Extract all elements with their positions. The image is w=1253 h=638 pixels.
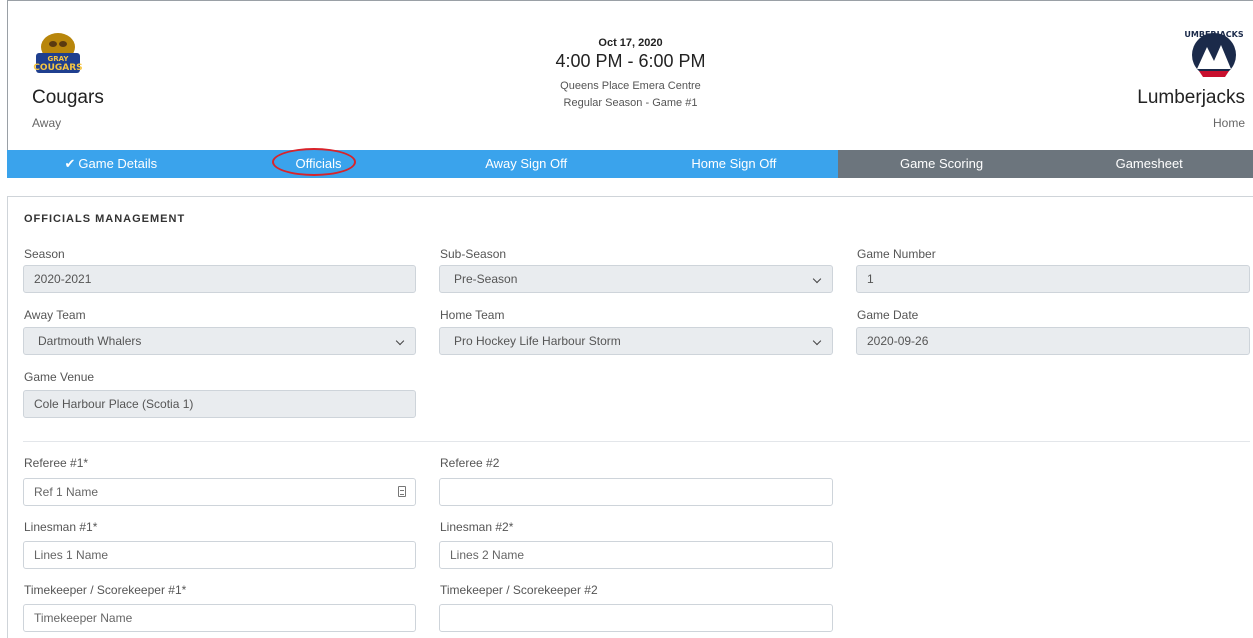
game-date: Oct 17, 2020 xyxy=(598,37,663,49)
tab-label: Gamesheet xyxy=(1115,156,1183,171)
officials-panel: OFFICIALS MANAGEMENT Season 2020-2021 Su… xyxy=(7,196,1253,638)
linesman2-placeholder: Lines 2 Name xyxy=(450,548,525,562)
home-team-label: Home Team xyxy=(440,308,505,322)
linesman2-label: Linesman #2* xyxy=(440,520,514,534)
tab-label: Home Sign Off xyxy=(691,156,777,171)
tab-game-scoring[interactable]: Game Scoring xyxy=(837,150,1046,178)
away-team-value: Dartmouth Whalers xyxy=(38,334,142,348)
season-field[interactable]: 2020-2021 xyxy=(23,265,416,293)
tab-game-details[interactable]: ✔ Game Details xyxy=(7,150,215,178)
game-info: Oct 17, 2020 4:00 PM - 6:00 PM Queens Pl… xyxy=(8,37,1253,109)
sub-season-select[interactable]: Pre-Season xyxy=(439,265,833,293)
away-team-select[interactable]: Dartmouth Whalers xyxy=(23,327,416,355)
tab-label: Officials xyxy=(295,156,342,171)
tab-gamesheet[interactable]: Gamesheet xyxy=(1045,150,1253,178)
referee1-placeholder: Ref 1 Name xyxy=(34,485,99,499)
check-icon: ✔ xyxy=(64,156,76,171)
timekeeper2-label: Timekeeper / Scorekeeper #2 xyxy=(440,583,598,597)
timekeeper1-input[interactable]: Timekeeper Name xyxy=(23,604,416,632)
timekeeper1-label: Timekeeper / Scorekeeper #1* xyxy=(24,583,187,597)
referee1-label: Referee #1* xyxy=(24,456,89,470)
contact-card-icon[interactable] xyxy=(398,486,406,497)
game-venue-label: Game Venue xyxy=(24,370,95,384)
game-date-field[interactable]: 2020-09-26 xyxy=(856,327,1250,355)
referee1-input[interactable]: Ref 1 Name xyxy=(23,478,416,506)
game-number-field[interactable]: 1 xyxy=(856,265,1250,293)
referee2-input[interactable] xyxy=(439,478,833,506)
game-venue-field[interactable]: Cole Harbour Place (Scotia 1) xyxy=(23,390,416,418)
game-number-value: 1 xyxy=(867,272,874,286)
logo-text: UMBERJACKS xyxy=(1185,30,1243,39)
home-team-name: Lumberjacks xyxy=(1137,87,1245,108)
tab-officials[interactable]: Officials xyxy=(214,150,423,178)
linesman2-input[interactable]: Lines 2 Name xyxy=(439,541,833,569)
game-date-label: Game Date xyxy=(857,308,919,322)
referee2-label: Referee #2 xyxy=(440,456,500,470)
tab-away-sign-off[interactable]: Away Sign Off xyxy=(422,150,631,178)
home-team-role: Home xyxy=(1212,116,1245,130)
game-header: GRAY COUGARS Cougars Away Oct 17, 2020 4… xyxy=(7,0,1253,150)
tab-home-sign-off[interactable]: Home Sign Off xyxy=(630,150,838,178)
game-time: 4:00 PM - 6:00 PM xyxy=(555,51,706,71)
game-season: Regular Season - Game #1 xyxy=(563,97,698,109)
home-team-value: Pro Hockey Life Harbour Storm xyxy=(454,334,621,348)
lumberjacks-logo: UMBERJACKS xyxy=(1185,30,1243,77)
linesman1-placeholder: Lines 1 Name xyxy=(34,548,109,562)
away-team-label: Away Team xyxy=(24,308,86,322)
tab-label: Game Details xyxy=(78,156,158,171)
season-value: 2020-2021 xyxy=(34,272,92,286)
panel-title: OFFICIALS MANAGEMENT xyxy=(24,213,186,225)
timekeeper2-input[interactable] xyxy=(439,604,833,632)
game-number-label: Game Number xyxy=(857,247,936,261)
game-venue-value: Cole Harbour Place (Scotia 1) xyxy=(34,397,194,411)
tab-label: Away Sign Off xyxy=(485,156,568,171)
game-venue: Queens Place Emera Centre xyxy=(560,80,701,92)
sub-season-label: Sub-Season xyxy=(440,247,507,261)
season-label: Season xyxy=(24,247,65,261)
home-team-select[interactable]: Pro Hockey Life Harbour Storm xyxy=(439,327,833,355)
tab-label: Game Scoring xyxy=(899,156,984,171)
linesman1-input[interactable]: Lines 1 Name xyxy=(23,541,416,569)
timekeeper1-placeholder: Timekeeper Name xyxy=(34,611,133,625)
section-divider xyxy=(23,441,1250,442)
sub-season-value: Pre-Season xyxy=(454,272,518,286)
tab-bar: ✔ Game Details Officials Away Sign Off Ho… xyxy=(7,150,1253,178)
linesman1-label: Linesman #1* xyxy=(24,520,98,534)
game-date-value: 2020-09-26 xyxy=(867,334,929,348)
away-team-role: Away xyxy=(32,116,62,130)
